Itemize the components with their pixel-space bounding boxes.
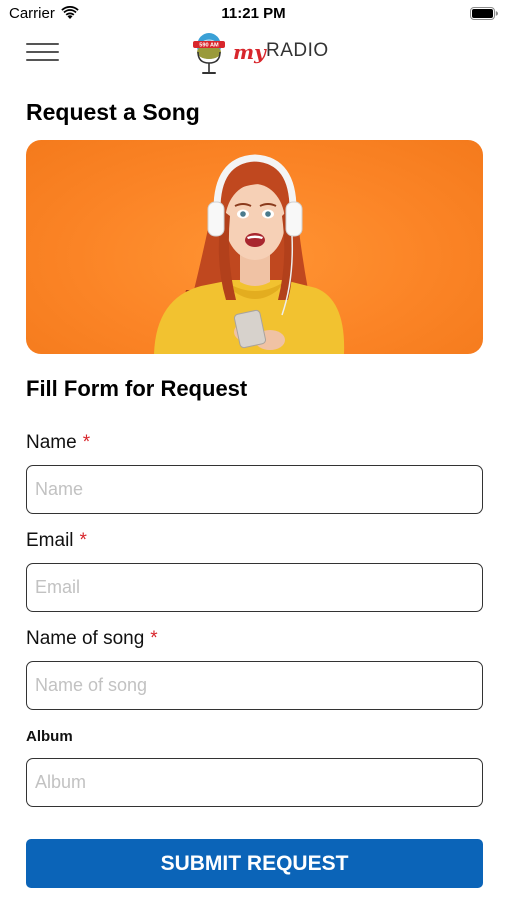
submit-request-button[interactable]: SUBMIT REQUEST: [26, 839, 483, 888]
required-asterisk: *: [82, 432, 91, 453]
required-asterisk: *: [79, 530, 87, 551]
app-header: 590 AM my RADIO: [0, 28, 507, 78]
status-time: 11:21 PM: [221, 5, 286, 22]
hamburger-menu-icon[interactable]: [26, 41, 59, 63]
song-name-label: Name of song *: [26, 628, 158, 650]
song-name-label-text: Name of song: [26, 628, 145, 649]
girl-with-headphones-illustration: [154, 154, 345, 354]
battery-icon: [470, 7, 498, 20]
email-label-text: Email: [26, 530, 74, 551]
app-logo: 590 AM my RADIO: [190, 30, 330, 76]
logo-text-radio: RADIO: [266, 40, 329, 61]
email-label: Email *: [26, 530, 87, 552]
required-asterisk: *: [150, 628, 158, 649]
email-field[interactable]: [26, 563, 483, 612]
song-name-field[interactable]: [26, 661, 483, 710]
status-bar: Carrier 11:21 PM: [0, 0, 507, 28]
page-title: Request a Song: [26, 99, 200, 125]
name-label: Name *: [26, 432, 90, 454]
microphone-logo-icon: 590 AM: [193, 33, 225, 74]
form-title: Fill Form for Request: [26, 376, 248, 401]
hero-image: [26, 140, 483, 354]
album-label: Album: [26, 728, 73, 745]
name-field[interactable]: [26, 465, 483, 514]
name-label-text: Name: [26, 432, 77, 453]
album-field[interactable]: [26, 758, 483, 807]
album-label-text: Album: [26, 728, 73, 745]
logo-badge: 590 AM: [199, 43, 219, 49]
logo-text-my: my: [233, 40, 266, 64]
